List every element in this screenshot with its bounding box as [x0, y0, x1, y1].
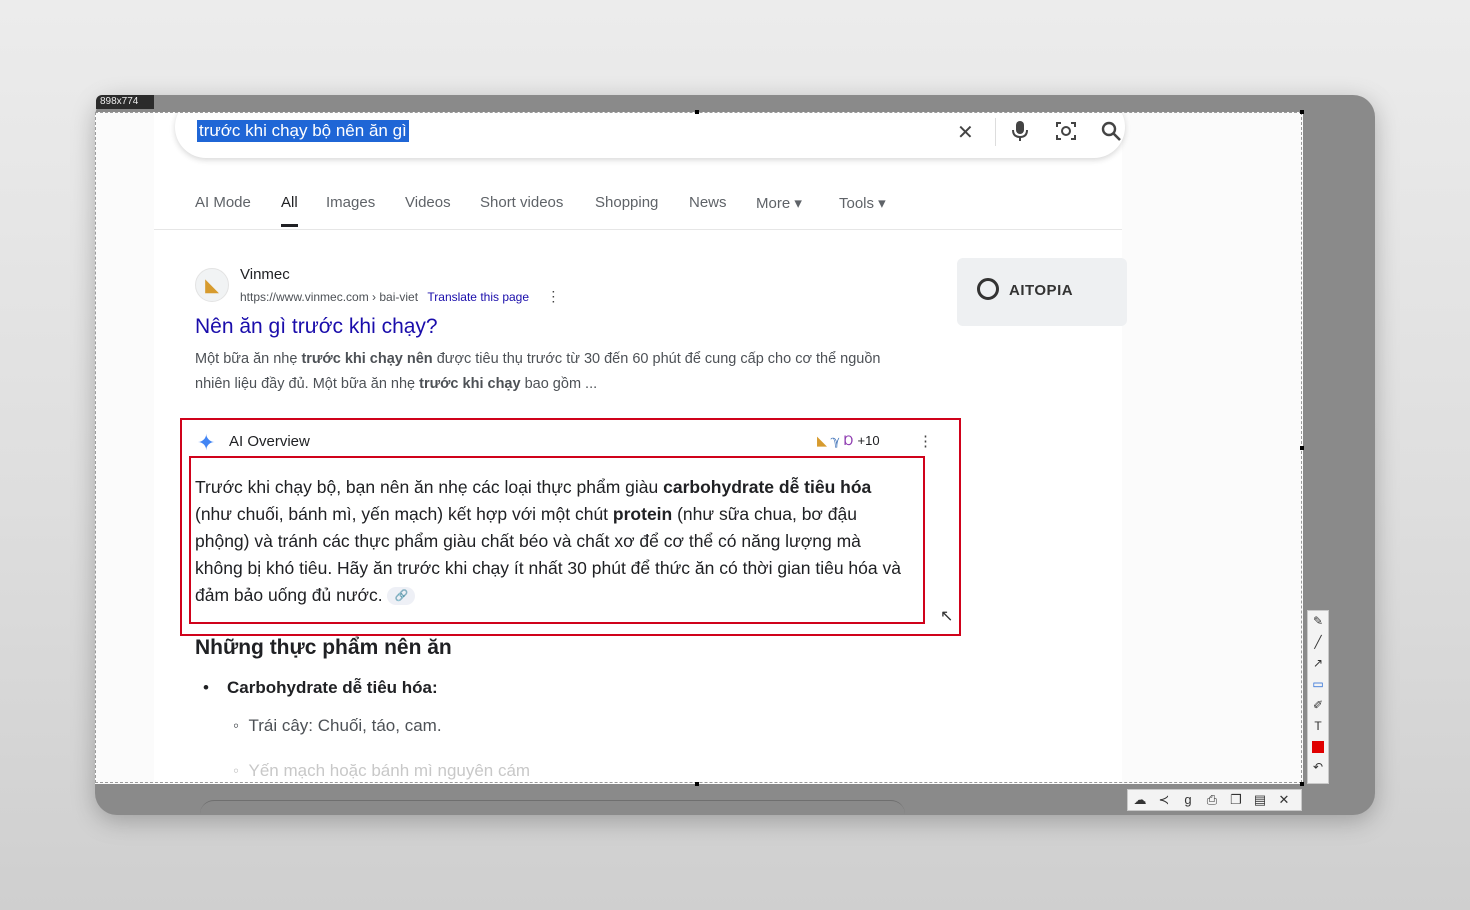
- tabs-divider: [154, 229, 1122, 230]
- captured-page: trước khi chạy bộ nên ăn gì ✕ AI Mode Al…: [95, 112, 1303, 784]
- sub-bullet-item-faded: ◦ Yến mạch hoặc bánh mì nguyên cám: [233, 761, 531, 780]
- resize-handle-bottom-right[interactable]: [1300, 782, 1304, 786]
- save-icon[interactable]: ▤: [1248, 790, 1272, 810]
- resize-handle-right[interactable]: [1300, 446, 1304, 450]
- google-icon[interactable]: g: [1176, 790, 1200, 810]
- page-right-margin: [1122, 112, 1303, 784]
- source-vinmec-icon: ◣: [817, 433, 827, 448]
- sparkle-icon: ✦: [197, 430, 216, 455]
- link-chip-icon[interactable]: 🔗: [387, 587, 416, 606]
- print-icon[interactable]: ⎙: [1200, 790, 1224, 810]
- vinmec-favicon[interactable]: ◣: [195, 268, 229, 302]
- ai-more-vert-icon[interactable]: ⋮: [918, 432, 933, 450]
- ai-overview-label: AI Overview: [229, 433, 310, 450]
- close-icon[interactable]: ✕: [1272, 790, 1296, 810]
- close-icon[interactable]: ✕: [957, 120, 974, 145]
- search-bar[interactable]: trước khi chạy bộ nên ăn gì ✕: [175, 112, 1125, 158]
- text-icon[interactable]: T: [1308, 716, 1328, 737]
- rectangle-icon[interactable]: ▭: [1308, 674, 1328, 695]
- aitopia-panel[interactable]: AITOPIA: [957, 258, 1127, 326]
- section-heading: Những thực phẩm nên ăn: [195, 636, 452, 659]
- pen-icon[interactable]: ✎: [1308, 611, 1328, 632]
- lens-icon[interactable]: [1055, 120, 1077, 148]
- copy-icon[interactable]: ❐: [1224, 790, 1248, 810]
- ai-text-segment: carbohydrate dễ tiêu hóa: [663, 477, 872, 497]
- draw-toolbar: ✎ ╱ ↗ ▭ ✐ T ↶: [1307, 610, 1329, 784]
- tab-short-videos[interactable]: Short videos: [480, 194, 563, 211]
- line-icon[interactable]: ╱: [1308, 632, 1328, 653]
- mic-icon[interactable]: [1011, 120, 1029, 148]
- aitopia-logo-icon: [977, 278, 999, 300]
- tab-images[interactable]: Images: [326, 194, 375, 211]
- underlying-window-edge: [200, 800, 905, 815]
- tab-news[interactable]: News: [689, 194, 727, 211]
- result-url[interactable]: https://www.vinmec.com › bai-viet: [240, 290, 418, 304]
- tab-ai-mode[interactable]: AI Mode: [195, 194, 251, 211]
- sub-bullet-text-faded: Yến mạch hoặc bánh mì nguyên cám: [248, 761, 531, 780]
- source-icon-3: Ɒ: [843, 433, 854, 448]
- marker-icon[interactable]: ✐: [1308, 695, 1328, 716]
- search-divider: [995, 118, 996, 146]
- sources-more-count: +10: [857, 433, 880, 448]
- sub-bullet-text: Trái cây: Chuối, táo, cam.: [248, 716, 442, 735]
- tab-more[interactable]: More ▾: [756, 194, 802, 212]
- resize-handle-bottom[interactable]: [695, 782, 699, 786]
- tab-videos[interactable]: Videos: [405, 194, 451, 211]
- bullet-item: • Carbohydrate dễ tiêu hóa:: [203, 678, 438, 697]
- result-snippet: Một bữa ăn nhẹ trước khi chạy nên được t…: [195, 347, 905, 397]
- ai-overview-text: Trước khi chạy bộ, bạn nên ăn nhẹ các lo…: [195, 474, 905, 609]
- result-url-line: https://www.vinmec.com › bai-viet Transl…: [240, 288, 560, 305]
- tab-tools[interactable]: Tools ▾: [839, 194, 886, 212]
- ai-text-segment: (như chuối, bánh mì, yến mạch) kết hợp v…: [195, 504, 613, 524]
- page-left-margin: [95, 112, 154, 784]
- ai-text-segment: protein: [612, 504, 673, 524]
- more-vert-icon[interactable]: ⋮: [546, 288, 560, 304]
- mouse-cursor-icon: ↖: [940, 608, 954, 625]
- tab-all[interactable]: All: [281, 194, 298, 227]
- aitopia-label: AITOPIA: [1009, 282, 1074, 299]
- dimension-tag: 898x774: [96, 95, 154, 109]
- search-input[interactable]: trước khi chạy bộ nên ăn gì: [197, 120, 409, 142]
- undo-icon[interactable]: ↶: [1308, 757, 1328, 778]
- snippet-segment: trước khi chạy: [419, 376, 521, 392]
- snippet-segment: trước khi chạy nên: [301, 351, 433, 367]
- ai-sources[interactable]: ◣ ℽ Ɒ +10: [817, 433, 880, 449]
- tab-shopping[interactable]: Shopping: [595, 194, 658, 211]
- arrow-icon[interactable]: ↗: [1308, 653, 1328, 674]
- translate-link[interactable]: Translate this page: [427, 290, 529, 304]
- color-swatch[interactable]: [1312, 741, 1324, 753]
- search-icon[interactable]: [1100, 120, 1122, 148]
- upload-cloud-icon[interactable]: ☁: [1128, 790, 1152, 810]
- share-icon[interactable]: ≺: [1152, 790, 1176, 810]
- sub-bullet-item: ◦ Trái cây: Chuối, táo, cam.: [233, 716, 442, 735]
- result-site-name[interactable]: Vinmec: [240, 266, 290, 283]
- ai-text-segment: Trước khi chạy bộ, bạn nên ăn nhẹ các lo…: [195, 477, 664, 497]
- source-icon-2: ℽ: [830, 433, 841, 448]
- resize-handle-top[interactable]: [695, 110, 699, 114]
- snippet-segment: Một bữa ăn nhẹ: [195, 351, 302, 367]
- result-title[interactable]: Nên ăn gì trước khi chạy?: [195, 315, 438, 339]
- bullet-text: Carbohydrate dễ tiêu hóa:: [227, 678, 438, 697]
- snippet-segment: bao gồm ...: [520, 376, 598, 392]
- resize-handle-top-right[interactable]: [1300, 110, 1304, 114]
- action-toolbar: ☁ ≺ g ⎙ ❐ ▤ ✕: [1127, 789, 1302, 811]
